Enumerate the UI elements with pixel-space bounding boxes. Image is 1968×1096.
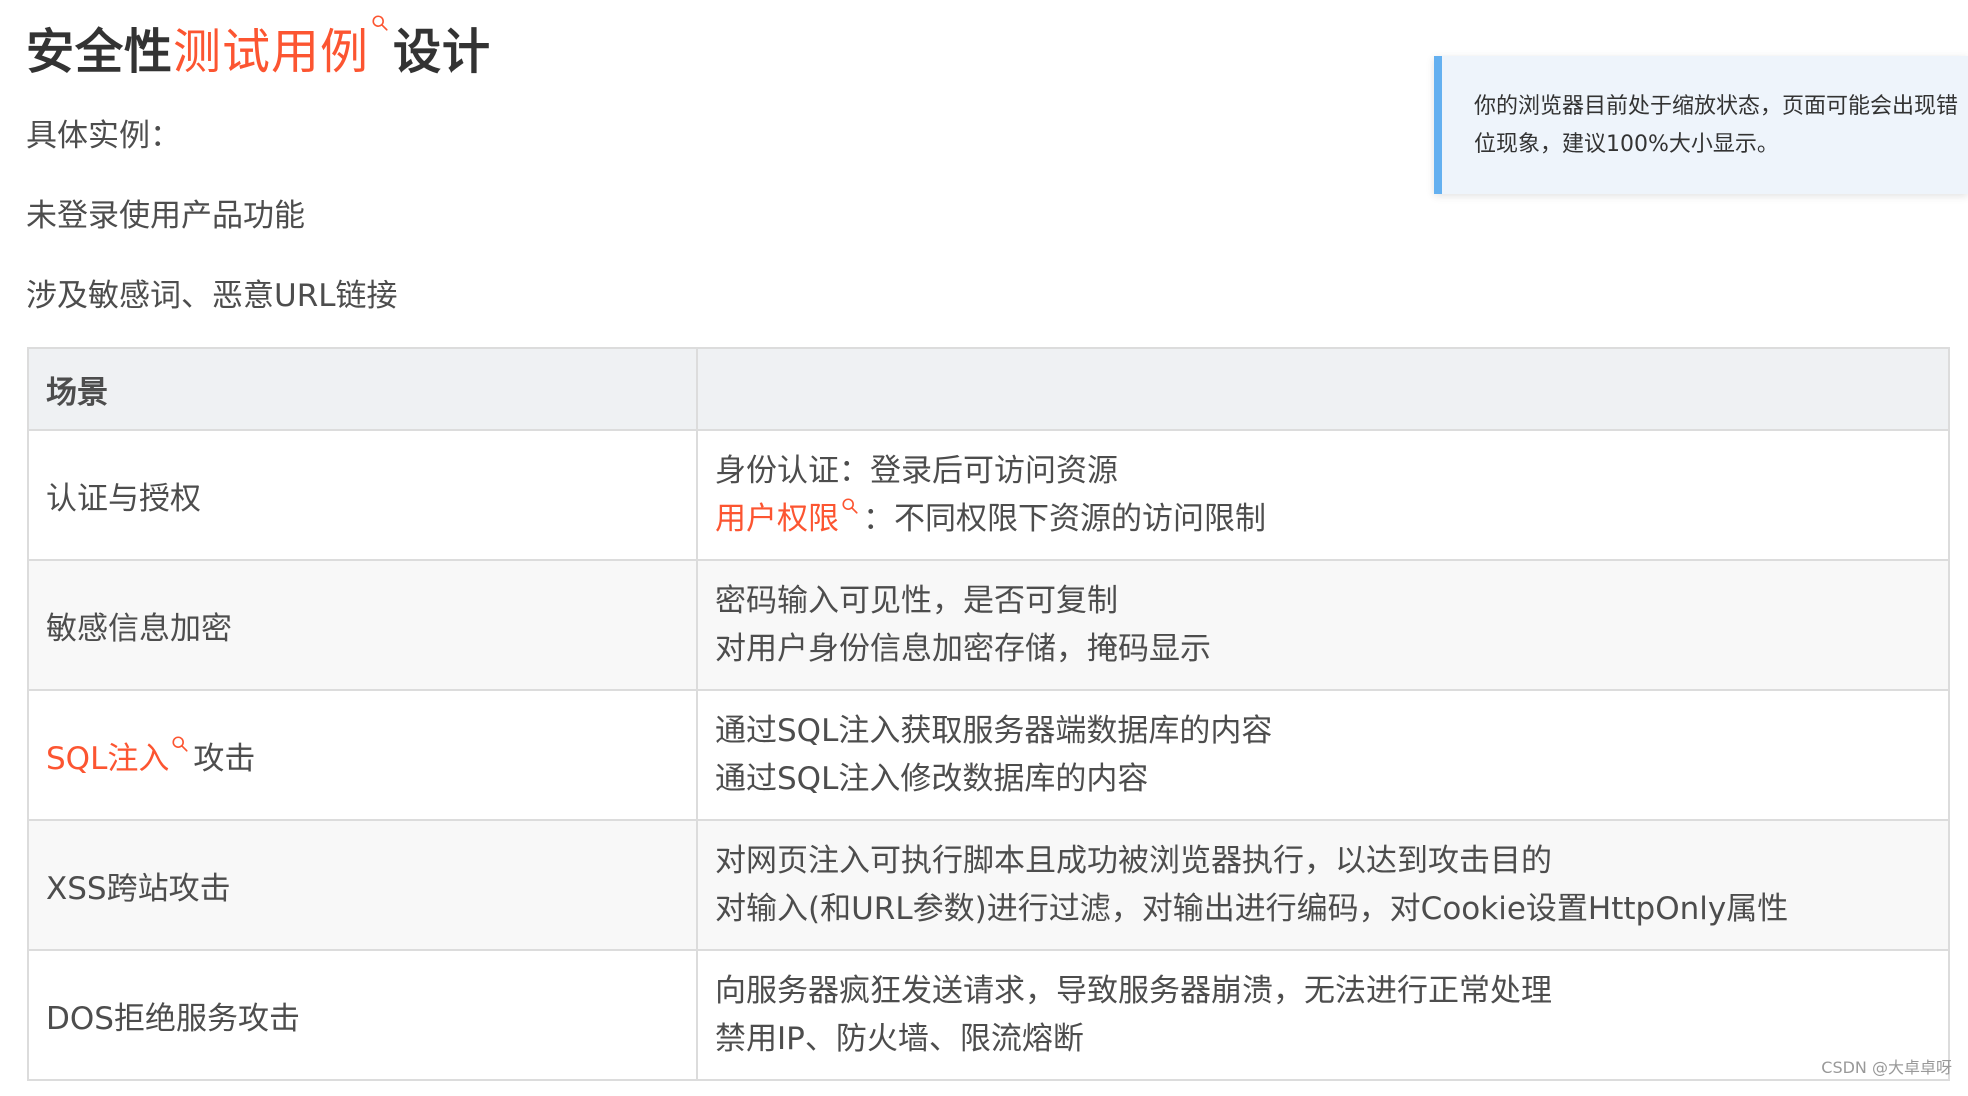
header-scene: 场景: [27, 347, 698, 431]
scene-label: SQL注入 攻击: [46, 735, 256, 777]
search-icon[interactable]: [841, 497, 859, 515]
scene-label: 敏感信息加密: [46, 610, 232, 647]
table-row: 认证与授权 身份认证：登录后可访问资源 用户权限 ：不同权限下资源的访问限制: [27, 429, 1950, 561]
description-cell: 通过SQL注入获取服务器端数据库的内容 通过SQL注入修改数据库的内容: [696, 689, 1950, 821]
heading-prefix: 安全性: [26, 24, 174, 80]
description-cell: 身份认证：登录后可访问资源 用户权限 ：不同权限下资源的访问限制: [696, 429, 1950, 561]
description-cell: 向服务器疯狂发送请求，导致服务器崩溃，无法进行正常处理 禁用IP、防火墙、限流熔…: [696, 949, 1950, 1081]
scene-cell: 认证与授权: [27, 429, 698, 561]
security-test-table: 场景 认证与授权 身份认证：登录后可访问资源 用户权限 ：不同权限下资源的访问限制…: [27, 347, 1950, 1081]
scene-label: XSS跨站攻击: [46, 870, 231, 907]
description-line: 密码输入可见性，是否可复制: [715, 583, 1118, 619]
table-row: DOS拒绝服务攻击 向服务器疯狂发送请求，导致服务器崩溃，无法进行正常处理 禁用…: [27, 949, 1950, 1081]
description-line: 禁用IP、防火墙、限流熔断: [715, 1021, 1084, 1057]
scene-cell: XSS跨站攻击: [27, 819, 698, 951]
scene-label: 认证与授权: [46, 480, 201, 517]
csdn-watermark: CSDN @大卓卓呀: [1821, 1058, 1952, 1077]
article-page: 安全性测试用例 设计 具体实例： 未登录使用产品功能 涉及敏感词、恶意URL链接 …: [0, 0, 1968, 1096]
scene-cell: DOS拒绝服务攻击: [27, 949, 698, 1081]
description-cell: 密码输入可见性，是否可复制 对用户身份信息加密存储，掩码显示: [696, 559, 1950, 691]
notice-line-1: 你的浏览器目前处于缩放状态，页面可能会出现错: [1474, 94, 1959, 119]
description-line: 通过SQL注入获取服务器端数据库的内容: [715, 713, 1273, 749]
description-line: 身份认证：登录后可访问资源: [715, 453, 1118, 489]
description-cell: 对网页注入可执行脚本且成功被浏览器执行，以达到攻击目的 对输入(和URL参数)进…: [696, 819, 1950, 951]
section-heading: 安全性测试用例 设计: [26, 12, 491, 82]
table-row: SQL注入 攻击 通过SQL注入获取服务器端数据库的内容 通过SQL注入修改数据库…: [27, 689, 1950, 821]
paragraph-example-intro: 具体实例：: [26, 118, 181, 154]
paragraph-unauth-use: 未登录使用产品功能: [26, 198, 305, 234]
description-line: 对输入(和URL参数)进行过滤，对输出进行编码，对Cookie设置HttpOnl…: [715, 891, 1789, 927]
heading-suffix: 设计: [393, 24, 492, 80]
table-row: XSS跨站攻击 对网页注入可执行脚本且成功被浏览器执行，以达到攻击目的 对输入(…: [27, 819, 1950, 951]
search-icon[interactable]: [371, 14, 389, 32]
paragraph-sensitive-words: 涉及敏感词、恶意URL链接: [26, 278, 398, 314]
notice-line-2: 位现象，建议100%大小显示。: [1474, 132, 1779, 157]
header-description: [696, 347, 1950, 431]
description-line: 对网页注入可执行脚本且成功被浏览器执行，以达到攻击目的: [715, 843, 1552, 879]
scene-label: DOS拒绝服务攻击: [46, 1000, 300, 1037]
description-line: 通过SQL注入修改数据库的内容: [715, 761, 1149, 797]
table-row: 敏感信息加密 密码输入可见性，是否可复制 对用户身份信息加密存储，掩码显示: [27, 559, 1950, 691]
scene-cell: 敏感信息加密: [27, 559, 698, 691]
scene-cell: SQL注入 攻击: [27, 689, 698, 821]
description-text: ：不同权限下资源的访问限制: [863, 501, 1266, 537]
description-line: 用户权限 ：不同权限下资源的访问限制: [715, 495, 1948, 543]
description-line: 对用户身份信息加密存储，掩码显示: [715, 631, 1211, 667]
zoom-warning-notice: 你的浏览器目前处于缩放状态，页面可能会出现错 位现象，建议100%大小显示。: [1434, 56, 1968, 194]
description-line: 向服务器疯狂发送请求，导致服务器崩溃，无法进行正常处理: [715, 973, 1552, 1009]
heading-keyword-link[interactable]: 测试用例: [173, 24, 369, 80]
user-permission-link[interactable]: 用户权限: [715, 501, 839, 537]
sql-injection-link[interactable]: SQL注入: [46, 741, 169, 777]
scene-text: 攻击: [193, 740, 256, 777]
table-header-row: 场景: [27, 347, 1950, 431]
search-icon[interactable]: [171, 735, 189, 753]
